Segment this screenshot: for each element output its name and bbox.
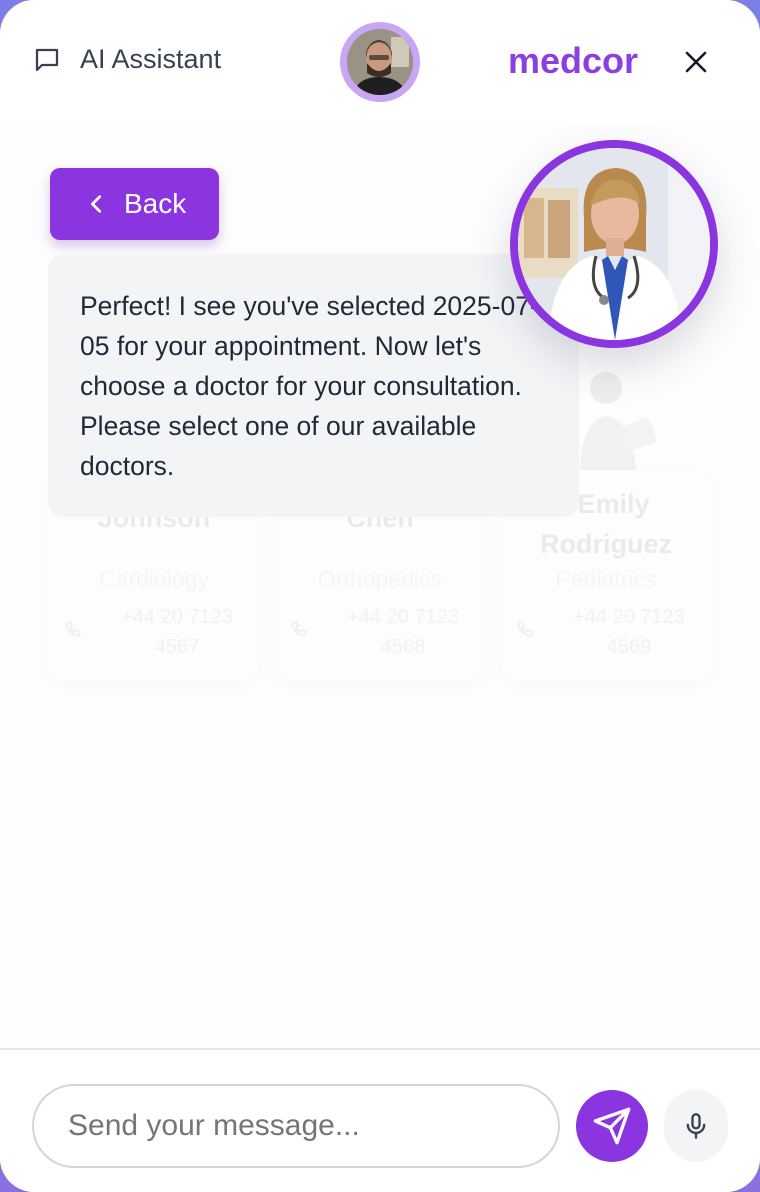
close-button[interactable] (680, 46, 712, 78)
phone-icon (65, 621, 81, 637)
doctor-specialty: Pediatrics (555, 566, 657, 592)
doctor-specialty: Cardiology (99, 566, 209, 592)
phone-icon (291, 621, 307, 637)
close-icon (685, 51, 707, 73)
back-button-label: Back (124, 188, 187, 219)
doctor-specialty: Orthopedics (317, 566, 442, 592)
doctor-phone: +44 20 7123 4568 (347, 606, 459, 658)
header-title: AI Assistant (80, 44, 222, 74)
header: AI Assistant medcor (0, 0, 760, 125)
microphone-button[interactable] (664, 1090, 728, 1162)
microphone-icon (686, 1113, 706, 1139)
send-icon (593, 1107, 631, 1145)
assistant-doctor-avatar (510, 140, 718, 348)
chat-widget: AI Assistant medcor Johnson Cardiology +… (0, 0, 760, 1192)
user-photo (347, 29, 413, 95)
chevron-left-icon (91, 195, 102, 213)
doctor-thumbnail (570, 360, 660, 470)
message-square-icon (35, 48, 59, 71)
send-button[interactable] (576, 1090, 648, 1162)
user-avatar (340, 22, 420, 102)
doctor-photo (518, 148, 710, 340)
phone-icon (517, 621, 533, 637)
back-button[interactable]: Back (50, 168, 219, 240)
brand-logo: medcor (508, 40, 639, 81)
message-input[interactable] (32, 1084, 560, 1168)
doctor-phone: +44 20 7123 4569 (573, 606, 685, 658)
assistant-message: Perfect! I see you've selected 2025-07-0… (48, 254, 579, 517)
composer (0, 1048, 760, 1192)
doctor-phone: +44 20 7123 4567 (121, 606, 233, 658)
header-title-group: AI Assistant (32, 44, 221, 75)
